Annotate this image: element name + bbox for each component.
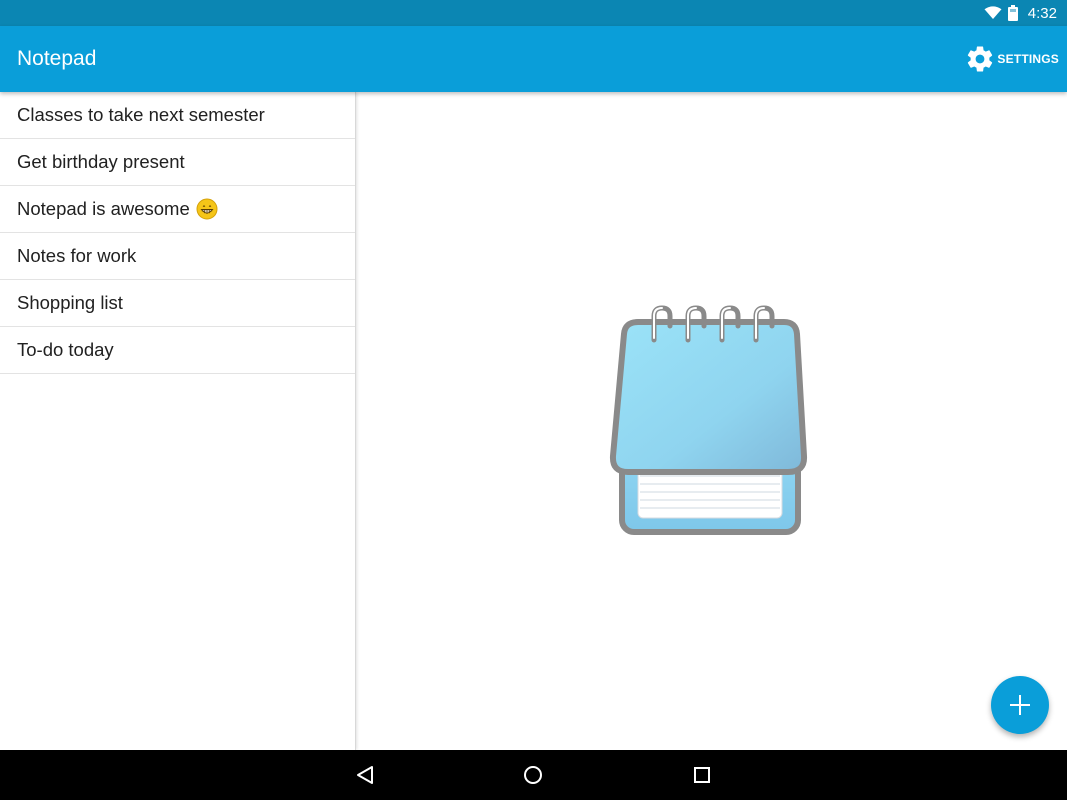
home-button[interactable] (518, 760, 548, 790)
list-item[interactable]: Notes for work (0, 233, 355, 280)
settings-label: SETTINGS (997, 52, 1059, 66)
app-title: Notepad (17, 47, 97, 70)
back-button[interactable] (350, 760, 380, 790)
status-bar: 4:32 (0, 0, 1067, 26)
list-item[interactable]: Classes to take next semester (0, 92, 355, 139)
note-title: Get birthday present (17, 151, 185, 172)
notepad-icon (609, 305, 808, 535)
note-title: Notepad is awesome (17, 198, 190, 219)
grinning-face-icon (196, 198, 218, 220)
detail-pane (356, 92, 1067, 750)
wifi-icon (984, 6, 1002, 19)
app-bar: Notepad SETTINGS (0, 26, 1067, 92)
list-item[interactable]: Notepad is awesome (0, 186, 355, 233)
home-icon (524, 766, 542, 784)
status-icons: 4:32 (984, 0, 1057, 26)
battery-icon (1007, 5, 1018, 21)
gear-icon (968, 46, 993, 72)
back-icon (357, 766, 373, 784)
plus-icon (1010, 695, 1030, 715)
list-item[interactable]: To-do today (0, 327, 355, 374)
note-title: Notes for work (17, 245, 137, 266)
list-item[interactable]: Shopping list (0, 280, 355, 327)
navigation-bar (0, 750, 1067, 800)
add-note-button[interactable] (991, 676, 1049, 734)
note-title: Classes to take next semester (17, 104, 265, 125)
status-time: 4:32 (1027, 4, 1057, 22)
list-item[interactable]: Get birthday present (0, 139, 355, 186)
note-title: To-do today (17, 339, 114, 360)
note-title: Shopping list (17, 292, 123, 313)
recents-icon (694, 767, 710, 783)
recents-button[interactable] (687, 760, 717, 790)
settings-button[interactable]: SETTINGS (965, 42, 1059, 76)
notes-list: Classes to take next semester Get birthd… (0, 92, 356, 750)
notepad-app: 4:32 Notepad SETTINGS Classes to take ne… (0, 0, 1067, 800)
